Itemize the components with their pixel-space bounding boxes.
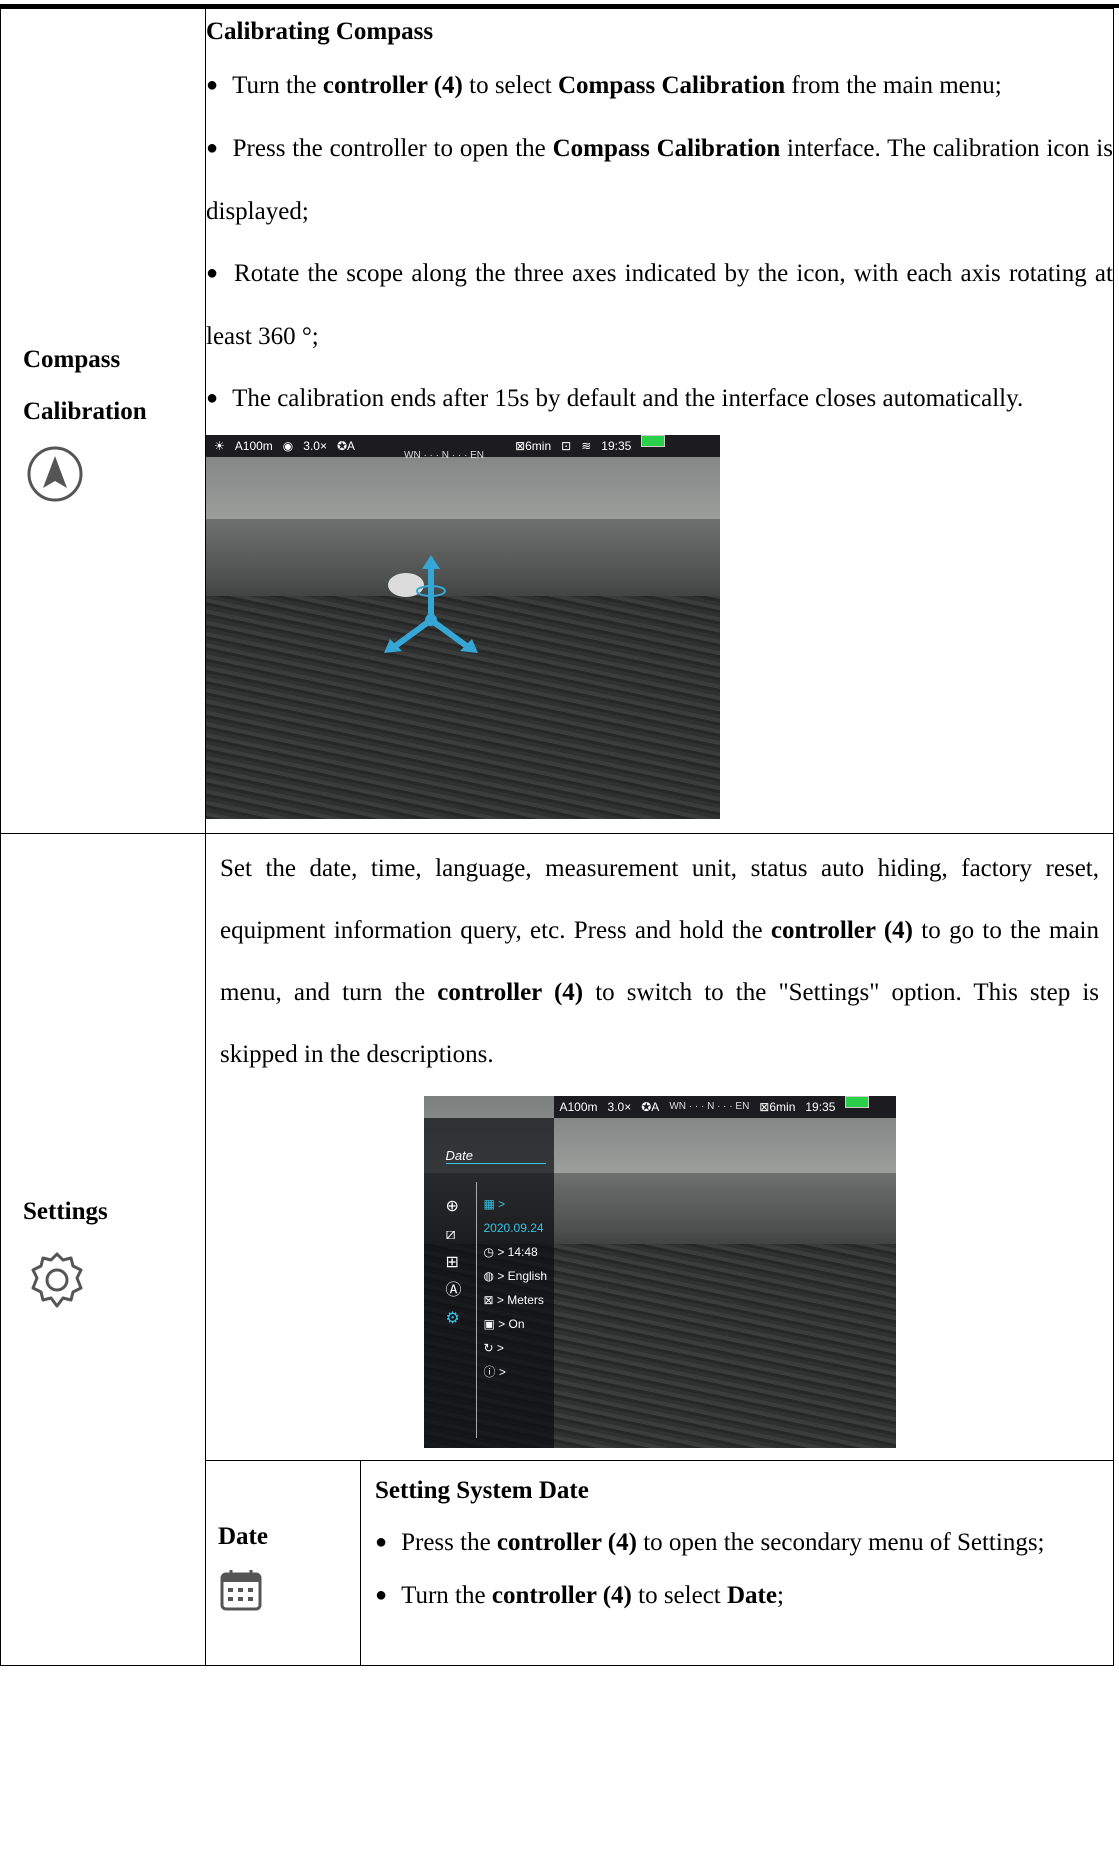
menu-items: ▦ > 2020.09.24 ◷ > 14:48 ◍ > English ⊠ >… <box>484 1192 554 1384</box>
globe-icon: ◍ <box>483 1269 498 1283</box>
hud-zoom: 3.0× <box>303 439 327 453</box>
compass-icon <box>1 438 205 509</box>
settings-row: Settings Set the date, time, language, m… <box>0 833 1114 1666</box>
manual-page: Compass Calibration Calibrating Compass … <box>0 0 1119 1857</box>
screen-icon: ▣ <box>483 1317 499 1331</box>
display-icon: ⧄ <box>445 1224 456 1243</box>
date-side-cell: Date <box>206 1460 361 1665</box>
gear-icon <box>1 1242 205 1317</box>
hud-time: 19:35 <box>601 439 632 453</box>
menu-item-reset[interactable]: ↻ > <box>484 1336 554 1360</box>
hud-mode: ✪A <box>336 439 356 453</box>
calendar-icon: ▦ <box>483 1197 499 1211</box>
menu-item-units[interactable]: ⊠ > Meters <box>484 1288 554 1312</box>
menu-item-language[interactable]: ◍ > English <box>484 1264 554 1288</box>
calendar-icon <box>206 1567 360 1618</box>
menu-icon-column: ⊕ ⧄ ⊞ Ⓐ ⚙ <box>446 1192 462 1332</box>
wifi-icon: ≋ <box>581 439 592 453</box>
feature-table: Compass Calibration Calibrating Compass … <box>0 8 1114 1666</box>
settings-paragraph: Set the date, time, language, measuremen… <box>220 855 1100 1068</box>
hud-mode: ✪A <box>641 1100 660 1114</box>
settings-side-cell: Settings <box>0 833 206 1666</box>
date-heading: Setting System Date <box>375 1477 589 1504</box>
brightness-icon: ☀ <box>214 439 225 453</box>
compass-heading: Calibrating Compass <box>206 18 434 45</box>
hud-compass-strip: WN · · · N · · · EN <box>669 1101 750 1112</box>
date-side-title: Date <box>218 1523 268 1551</box>
menu-item-auto-hide[interactable]: ▣ > On <box>484 1312 554 1336</box>
info-icon: ⓘ <box>483 1365 499 1379</box>
date-row: Date Setting System Date ● Press the con… <box>206 1460 1113 1665</box>
compass-side-title: Compass Calibration <box>1 334 205 438</box>
compass-calibration-screenshot: ☀ A100m ◉ 3.0× ✪A WN · · · N · · · EN ⊠6… <box>206 435 720 819</box>
battery-icon <box>845 1096 870 1108</box>
menu-item-date[interactable]: ▦ > 2020.09.24 <box>484 1192 554 1240</box>
unit-icon: ⊠ <box>483 1293 497 1307</box>
hud-range: A100m <box>559 1100 598 1114</box>
compass-side-cell: Compass Calibration <box>0 8 206 834</box>
date-content-cell: Setting System Date Press the controller… <box>360 1460 1113 1665</box>
date-bullet-1: Press the controller (4) to open the sec… <box>375 1517 1099 1570</box>
settings-content-cell: Set the date, time, language, measuremen… <box>205 833 1114 1666</box>
compass-row: Compass Calibration Calibrating Compass … <box>0 8 1114 834</box>
date-subtable: Date Setting System Date ● Press the con… <box>206 1460 1113 1665</box>
hud-bar: ☀ A100m ◉ 3.0× ✪A WN · · · N · · · EN ⊠6… <box>206 435 720 461</box>
settings-side-title: Settings <box>23 1197 108 1225</box>
hud-timer: ⊠6min <box>759 1100 796 1114</box>
menu-title: Date <box>445 1148 546 1164</box>
compass-bullet-2: Press the controller to open the Compass… <box>206 118 1113 243</box>
add-icon: ⊞ <box>445 1252 459 1271</box>
hud-time: 19:35 <box>805 1100 836 1114</box>
date-bullet-2: Turn the controller (4) to select Date; <box>375 1570 1099 1623</box>
compass-side-title-line1: Compass <box>23 345 121 373</box>
crosshair-icon: ⊕ <box>445 1196 459 1215</box>
clock-icon: ◷ <box>483 1245 498 1259</box>
hud-range: A100m <box>234 439 273 453</box>
battery-icon <box>641 435 666 447</box>
hud-zoom: 3.0× <box>607 1100 632 1114</box>
compass-bullet-1: Turn the controller (4) to select Compas… <box>206 55 1113 118</box>
reset-icon: ↻ <box>483 1341 497 1355</box>
menu-item-info[interactable]: ⓘ > <box>484 1360 554 1384</box>
settings-menu-panel: Date ⊕ ⧄ ⊞ Ⓐ ⚙ ▦ > 2020.09.24 ◷ > 14:48 … <box>423 1118 554 1448</box>
settings-text: Set the date, time, language, measuremen… <box>206 834 1113 1448</box>
compass-bullet-3: Rotate the scope along the three axes in… <box>206 243 1113 368</box>
calibration-axes-icon <box>384 555 478 653</box>
menu-item-time[interactable]: ◷ > 14:48 <box>484 1240 554 1264</box>
compass-bullet-4: The calibration ends after 15s by defaul… <box>206 368 1113 431</box>
hud-timer: ⊠6min <box>515 439 552 453</box>
hud-bar: A100m 3.0× ✪A WN · · · N · · · EN ⊠6min … <box>553 1096 896 1118</box>
compass-icon: Ⓐ <box>445 1280 462 1299</box>
settings-menu-screenshot: Date ⊕ ⧄ ⊞ Ⓐ ⚙ ▦ > 2020.09.24 ◷ > 14:48 … <box>423 1096 896 1448</box>
compass-content-cell: Calibrating Compass Turn the controller … <box>205 8 1114 834</box>
compass-side-title-line2: Calibration <box>23 397 147 425</box>
record-icon: ⊡ <box>561 439 572 453</box>
hud-compass-strip: WN · · · N · · · EN <box>404 450 484 461</box>
eye-icon: ◉ <box>282 439 294 453</box>
settings-icon: ⚙ <box>445 1308 460 1327</box>
